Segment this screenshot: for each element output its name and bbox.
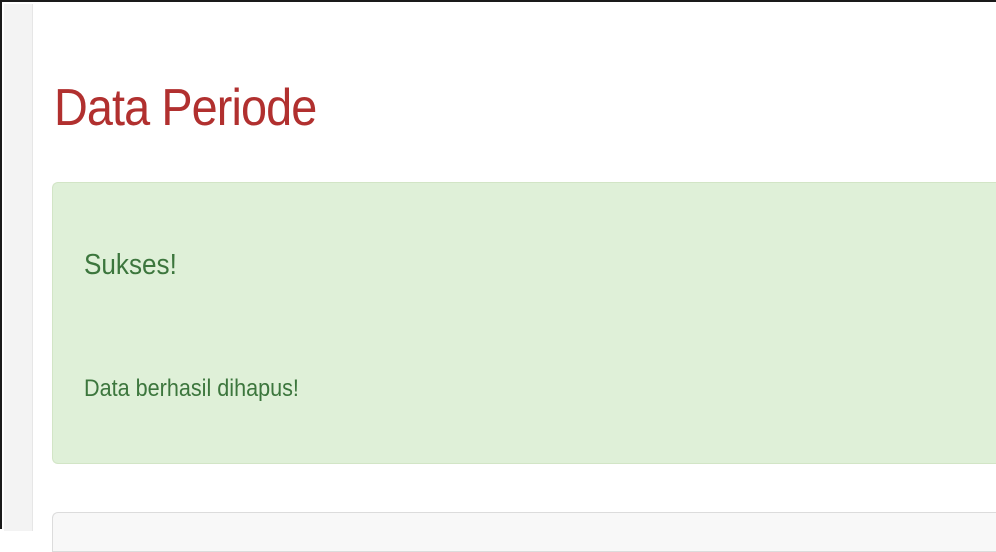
sidebar-gutter [4, 4, 33, 531]
window-frame: Data Periode Sukses! Data berhasil dihap… [0, 0, 996, 552]
data-panel [52, 512, 996, 552]
page-title: Data Periode [54, 79, 317, 137]
alert-heading: Sukses! [84, 249, 177, 281]
alert-message: Data berhasil dihapus! [84, 375, 299, 402]
success-alert: Sukses! Data berhasil dihapus! [52, 182, 996, 464]
main-content: Data Periode Sukses! Data berhasil dihap… [33, 4, 996, 552]
